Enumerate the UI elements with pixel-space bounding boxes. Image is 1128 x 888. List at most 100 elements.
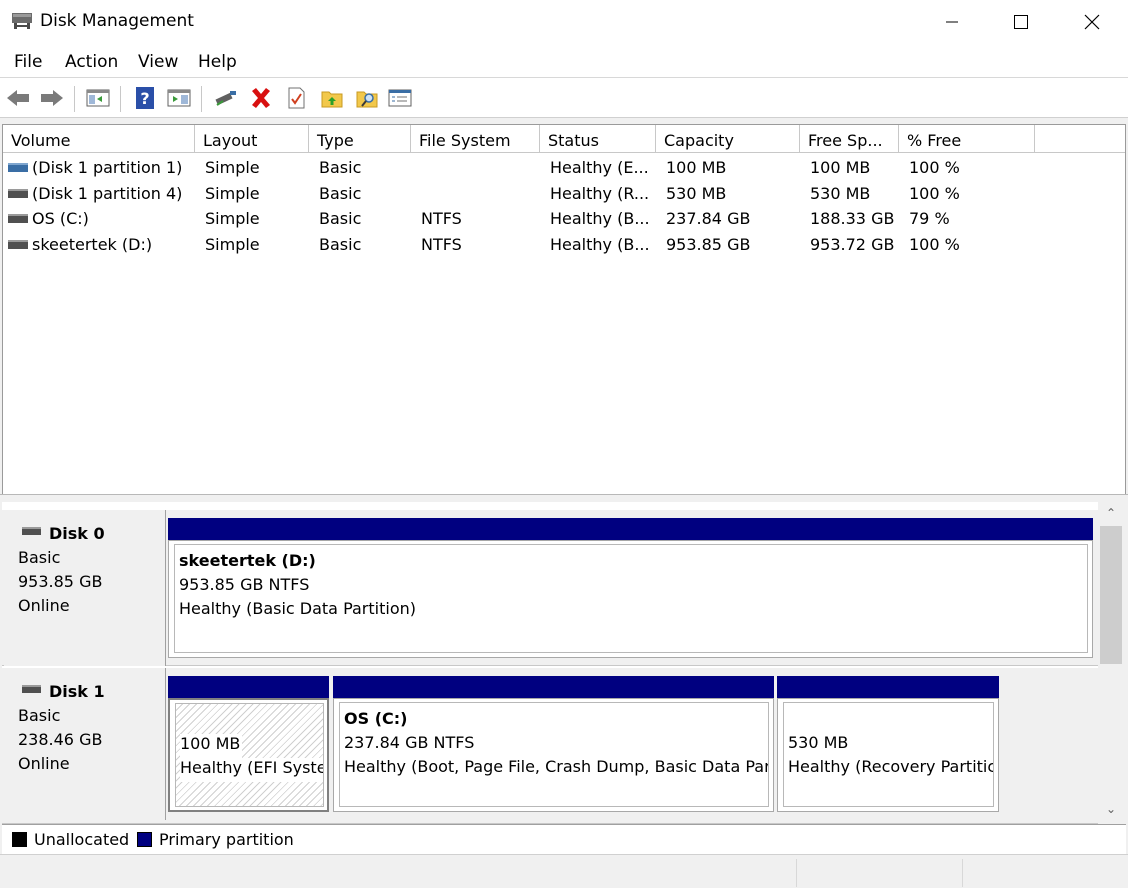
partition-size: 530 MB <box>788 733 849 752</box>
volume-layout: Simple <box>205 158 260 177</box>
column-header-volume[interactable]: Volume <box>3 125 195 153</box>
options-icon <box>388 89 412 107</box>
column-header-free-space[interactable]: Free Sp... <box>800 125 899 153</box>
volume-row[interactable]: (Disk 1 partition 4) Simple Basic Health… <box>3 182 1125 207</box>
volume-name: skeetertek (D:) <box>32 235 153 254</box>
column-header-file-system[interactable]: File System <box>411 125 540 153</box>
partition-content: OS (C:) 237.84 GB NTFS Healthy (Boot, Pa… <box>339 702 769 807</box>
volume-free-space: 530 MB <box>810 184 871 203</box>
legend-primary-partition: Primary partition <box>159 830 294 849</box>
column-header-percent-free[interactable]: % Free <box>899 125 1035 153</box>
menu-view[interactable]: View <box>138 52 178 72</box>
delete-button[interactable] <box>247 84 275 112</box>
toolbar: ? <box>0 78 1128 118</box>
back-button[interactable] <box>4 84 32 112</box>
volume-capacity: 100 MB <box>666 158 727 177</box>
volume-icon <box>8 189 28 198</box>
partition-content: skeetertek (D:) 953.85 GB NTFS Healthy (… <box>174 544 1088 653</box>
disk-label[interactable]: Disk 0 Basic 953.85 GB Online <box>4 510 166 666</box>
partition-size: 100 MB <box>180 734 243 758</box>
pane-splitter[interactable] <box>0 494 1128 502</box>
partition-efi[interactable]: 100 MB Healthy (EFI Syste <box>168 698 329 812</box>
forward-button[interactable] <box>38 84 66 112</box>
minimize-button[interactable] <box>920 0 984 44</box>
volume-capacity: 953.85 GB <box>666 235 751 254</box>
partition-bar <box>333 676 774 698</box>
close-button[interactable] <box>1060 0 1124 44</box>
volume-status: Healthy (B... <box>550 209 650 228</box>
disk-size: 238.46 GB <box>18 730 103 749</box>
partition-os-c[interactable]: OS (C:) 237.84 GB NTFS Healthy (Boot, Pa… <box>333 698 774 812</box>
volume-layout: Simple <box>205 209 260 228</box>
disk-icon <box>22 685 41 693</box>
partition-bar <box>168 676 329 698</box>
folder-up-icon <box>321 91 343 108</box>
folder-up-button[interactable] <box>318 84 346 112</box>
volume-type: Basic <box>319 235 362 254</box>
partition-content: 530 MB Healthy (Recovery Partitic <box>783 702 994 807</box>
disk-size: 953.85 GB <box>18 572 103 591</box>
scrollbar-thumb[interactable] <box>1100 526 1122 664</box>
show-hide-console-tree-button[interactable] <box>84 84 112 112</box>
partition-title <box>180 710 323 734</box>
volume-list-header: Volume Layout Type File System Status Ca… <box>3 125 1125 153</box>
properties-icon <box>288 87 305 109</box>
disk-map-scrollbar[interactable]: ⌃ ⌄ <box>1098 502 1124 824</box>
primary-partition-swatch <box>137 832 152 847</box>
volume-type: Basic <box>319 158 362 177</box>
disk-name-row: Disk 1 <box>18 682 165 706</box>
delete-icon <box>252 88 270 108</box>
disk-name-row: Disk 0 <box>18 524 165 548</box>
partition-recovery[interactable]: 530 MB Healthy (Recovery Partitic <box>777 698 999 812</box>
menu-bar: File Action View Help <box>0 44 1128 78</box>
search-folder-icon <box>356 91 378 108</box>
volume-free-space: 953.72 GB <box>810 235 895 254</box>
connect-disk-icon <box>215 91 236 106</box>
volume-icon <box>8 240 28 249</box>
volume-capacity: 530 MB <box>666 184 727 203</box>
menu-file[interactable]: File <box>14 52 42 72</box>
help-button[interactable]: ? <box>131 84 159 112</box>
volume-row[interactable]: OS (C:) Simple Basic NTFS Healthy (B... … <box>3 207 1125 232</box>
disk-label[interactable]: Disk 1 Basic 238.46 GB Online <box>4 668 166 820</box>
connect-button[interactable] <box>212 84 240 112</box>
scroll-down-icon[interactable]: ⌄ <box>1104 802 1118 816</box>
volume-file-system: NTFS <box>421 235 462 254</box>
details-pane-button[interactable] <box>165 84 193 112</box>
volume-row[interactable]: skeetertek (D:) Simple Basic NTFS Health… <box>3 233 1125 258</box>
column-header-type[interactable]: Type <box>309 125 411 153</box>
partition-content: 100 MB Healthy (EFI Syste <box>175 703 324 807</box>
window-title: Disk Management <box>40 11 194 31</box>
partition-status: Healthy (Recovery Partitic <box>788 757 994 776</box>
menu-help[interactable]: Help <box>198 52 237 72</box>
search-folder-button[interactable] <box>353 84 381 112</box>
disk-map: Disk 0 Basic 953.85 GB Online skeetertek… <box>2 502 1098 824</box>
svg-text:?: ? <box>140 89 149 108</box>
legend: Unallocated Primary partition <box>2 824 1126 854</box>
column-header-status[interactable]: Status <box>540 125 656 153</box>
back-arrow-icon <box>7 90 29 106</box>
maximize-button[interactable] <box>989 0 1053 44</box>
minimize-icon <box>946 21 958 23</box>
toolbar-separator <box>74 86 75 112</box>
options-button[interactable] <box>386 84 414 112</box>
column-header-layout[interactable]: Layout <box>195 125 309 153</box>
volume-name: (Disk 1 partition 1) <box>32 158 183 177</box>
volume-icon <box>8 214 28 223</box>
volume-layout: Simple <box>205 184 260 203</box>
partition-status: Healthy (Boot, Page File, Crash Dump, Ba… <box>344 757 769 776</box>
volume-type: Basic <box>319 184 362 203</box>
menu-action[interactable]: Action <box>65 52 118 72</box>
column-header-capacity[interactable]: Capacity <box>656 125 800 153</box>
disk-name: Disk 1 <box>49 682 105 701</box>
volume-status: Healthy (R... <box>550 184 650 203</box>
scroll-up-icon[interactable]: ⌃ <box>1104 506 1118 520</box>
volume-row[interactable]: (Disk 1 partition 1) Simple Basic Health… <box>3 156 1125 181</box>
disk-state: Online <box>18 596 70 615</box>
properties-button[interactable] <box>282 84 310 112</box>
partition-skeetertek-d[interactable]: skeetertek (D:) 953.85 GB NTFS Healthy (… <box>168 540 1093 658</box>
toolbar-separator <box>120 86 121 112</box>
volume-name: OS (C:) <box>32 209 89 228</box>
volume-percent-free: 100 % <box>909 235 960 254</box>
console-tree-icon <box>86 89 110 107</box>
